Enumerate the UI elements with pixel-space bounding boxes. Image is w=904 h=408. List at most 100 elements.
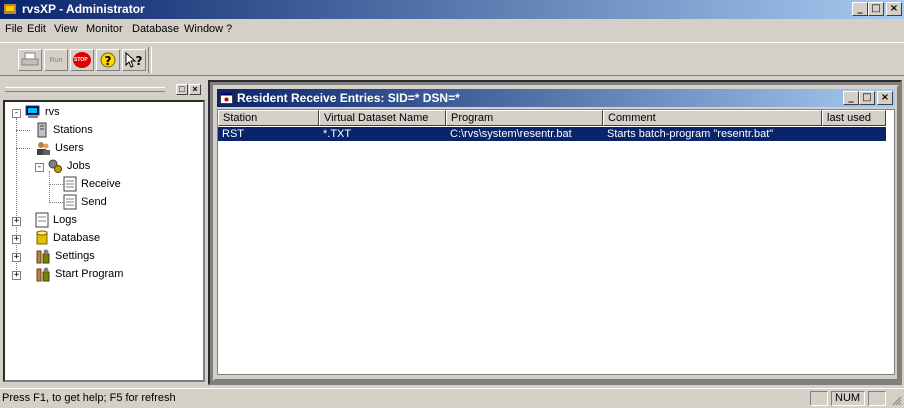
- pane-close-button[interactable]: ×: [189, 84, 201, 95]
- window-title: rvsXP - Administrator: [22, 2, 145, 16]
- tree-node-jobs[interactable]: Jobs: [47, 158, 90, 174]
- child-window-title: Resident Receive Entries: SID=* DSN=*: [237, 91, 460, 105]
- tree-label-rvs: rvs: [45, 106, 60, 118]
- tree-label-logs: Logs: [53, 214, 77, 226]
- document-icon: [63, 194, 77, 210]
- child-title-bar[interactable]: Resident Receive Entries: SID=* DSN=* _ …: [217, 89, 895, 107]
- pane-restore-button[interactable]: □: [176, 84, 188, 95]
- context-help-button[interactable]: ?: [122, 49, 146, 71]
- tree-label-settings: Settings: [55, 250, 95, 262]
- svg-text:?: ?: [105, 54, 112, 68]
- tree-pane-header: □ ×: [3, 82, 205, 98]
- tree-label-receive: Receive: [81, 178, 121, 190]
- cell-comment: Starts batch-program "resentr.bat": [607, 128, 774, 140]
- gears-icon: [48, 159, 62, 174]
- child-maximize-button[interactable]: □: [859, 91, 875, 105]
- database-icon: [36, 230, 48, 245]
- settings-icon: [36, 249, 50, 264]
- toolbar: Run STOP ? ?: [0, 42, 904, 76]
- maximize-button[interactable]: □: [868, 2, 884, 16]
- tree-connector: [16, 148, 30, 149]
- cell-last-used: [822, 127, 886, 141]
- tree-expand-settings[interactable]: +: [12, 253, 21, 262]
- tree-connector: [49, 171, 50, 203]
- column-header-last-used[interactable]: last used: [822, 110, 886, 126]
- menu-view[interactable]: View: [54, 23, 78, 35]
- tree-expand-logs[interactable]: +: [12, 217, 21, 226]
- menu-file[interactable]: File: [5, 23, 23, 35]
- title-bar: rvsXP - Administrator _ □ ×: [0, 0, 904, 19]
- help-button[interactable]: ?: [96, 49, 120, 71]
- column-header-program[interactable]: Program: [446, 110, 603, 126]
- menu-edit[interactable]: Edit: [27, 23, 46, 35]
- tree-pane: □ × - rvs Stations Users - Jobs Receive …: [3, 82, 205, 382]
- tree-collapse-rvs[interactable]: -: [12, 109, 21, 118]
- stop-label: STOP: [74, 57, 88, 63]
- users-icon: [37, 142, 50, 156]
- stop-button[interactable]: STOP: [70, 49, 94, 71]
- menu-bar: File Edit View Monitor Database Window ?: [0, 20, 904, 40]
- tree-view[interactable]: - rvs Stations Users - Jobs Receive Send…: [3, 100, 205, 382]
- tree-connector: [16, 130, 30, 131]
- tree-node-receive[interactable]: Receive: [63, 176, 121, 192]
- question-icon: ?: [100, 52, 116, 68]
- tree-collapse-jobs[interactable]: -: [35, 163, 44, 172]
- menu-window[interactable]: Window: [184, 23, 223, 35]
- tree-connector: [49, 184, 63, 185]
- num-indicator: NUM: [835, 392, 861, 404]
- status-panel-caps: [810, 391, 828, 406]
- tree-node-send[interactable]: Send: [63, 194, 107, 210]
- tree-node-logs[interactable]: Logs: [35, 212, 77, 228]
- table-header: Station Virtual Dataset Name Program Com…: [218, 110, 886, 126]
- tree-label-stations: Stations: [53, 124, 93, 136]
- tree-label-jobs: Jobs: [67, 160, 91, 172]
- run-label: Run: [49, 56, 63, 64]
- tree-connector: [49, 202, 63, 203]
- tree-expand-start-program[interactable]: +: [12, 271, 21, 280]
- tree-label-start-program: Start Program: [55, 268, 124, 280]
- app-icon: [4, 4, 16, 14]
- menu-monitor[interactable]: Monitor: [86, 23, 123, 35]
- child-close-button[interactable]: ×: [877, 91, 893, 105]
- start-program-icon: [36, 267, 50, 282]
- tree-node-settings[interactable]: Settings: [35, 248, 95, 264]
- pane-grip[interactable]: [5, 87, 165, 92]
- tree-expand-database[interactable]: +: [12, 235, 21, 244]
- status-text: Press F1, to get help; F5 for refresh: [2, 392, 176, 404]
- column-header-virtual-dataset-name[interactable]: Virtual Dataset Name: [319, 110, 446, 126]
- menu-database[interactable]: Database: [132, 23, 179, 35]
- svg-text:?: ?: [136, 54, 143, 68]
- cell-program: C:\rvs\system\resentr.bat: [450, 128, 572, 140]
- tree-label-send: Send: [81, 196, 107, 208]
- cell-station: RST: [222, 128, 244, 140]
- tree-node-database[interactable]: Database: [35, 230, 100, 246]
- tree-node-rvs[interactable]: rvs: [25, 104, 60, 120]
- computer-icon: [25, 105, 40, 119]
- server-icon: [37, 122, 47, 138]
- table-row[interactable]: RST *.TXT C:\rvs\system\resentr.bat Star…: [218, 127, 886, 141]
- status-panel-scroll: [868, 391, 886, 406]
- tree-node-stations[interactable]: Stations: [35, 122, 93, 138]
- window-icon: [220, 92, 233, 104]
- tree-node-start-program[interactable]: Start Program: [35, 266, 123, 282]
- tree-node-users[interactable]: Users: [35, 140, 84, 156]
- tree-label-users: Users: [55, 142, 84, 154]
- log-icon: [35, 212, 49, 228]
- cell-virtual-dataset-name: *.TXT: [323, 128, 352, 140]
- print-button[interactable]: [18, 49, 42, 71]
- toolbar-separator: [148, 47, 152, 73]
- column-header-station[interactable]: Station: [218, 110, 319, 126]
- printer-icon: [21, 52, 39, 66]
- entries-table[interactable]: Station Virtual Dataset Name Program Com…: [217, 109, 895, 375]
- document-icon: [63, 176, 77, 192]
- status-panel-num: NUM: [831, 391, 865, 406]
- child-minimize-button[interactable]: _: [843, 91, 859, 105]
- minimize-button[interactable]: _: [852, 2, 868, 16]
- tree-label-database: Database: [53, 232, 101, 244]
- close-button[interactable]: ×: [886, 2, 902, 16]
- menu-help[interactable]: ?: [226, 23, 232, 35]
- column-header-comment[interactable]: Comment: [603, 110, 822, 126]
- size-grip-icon[interactable]: [890, 394, 902, 406]
- run-button[interactable]: Run: [44, 49, 68, 71]
- resident-receive-window: Resident Receive Entries: SID=* DSN=* _ …: [213, 85, 899, 381]
